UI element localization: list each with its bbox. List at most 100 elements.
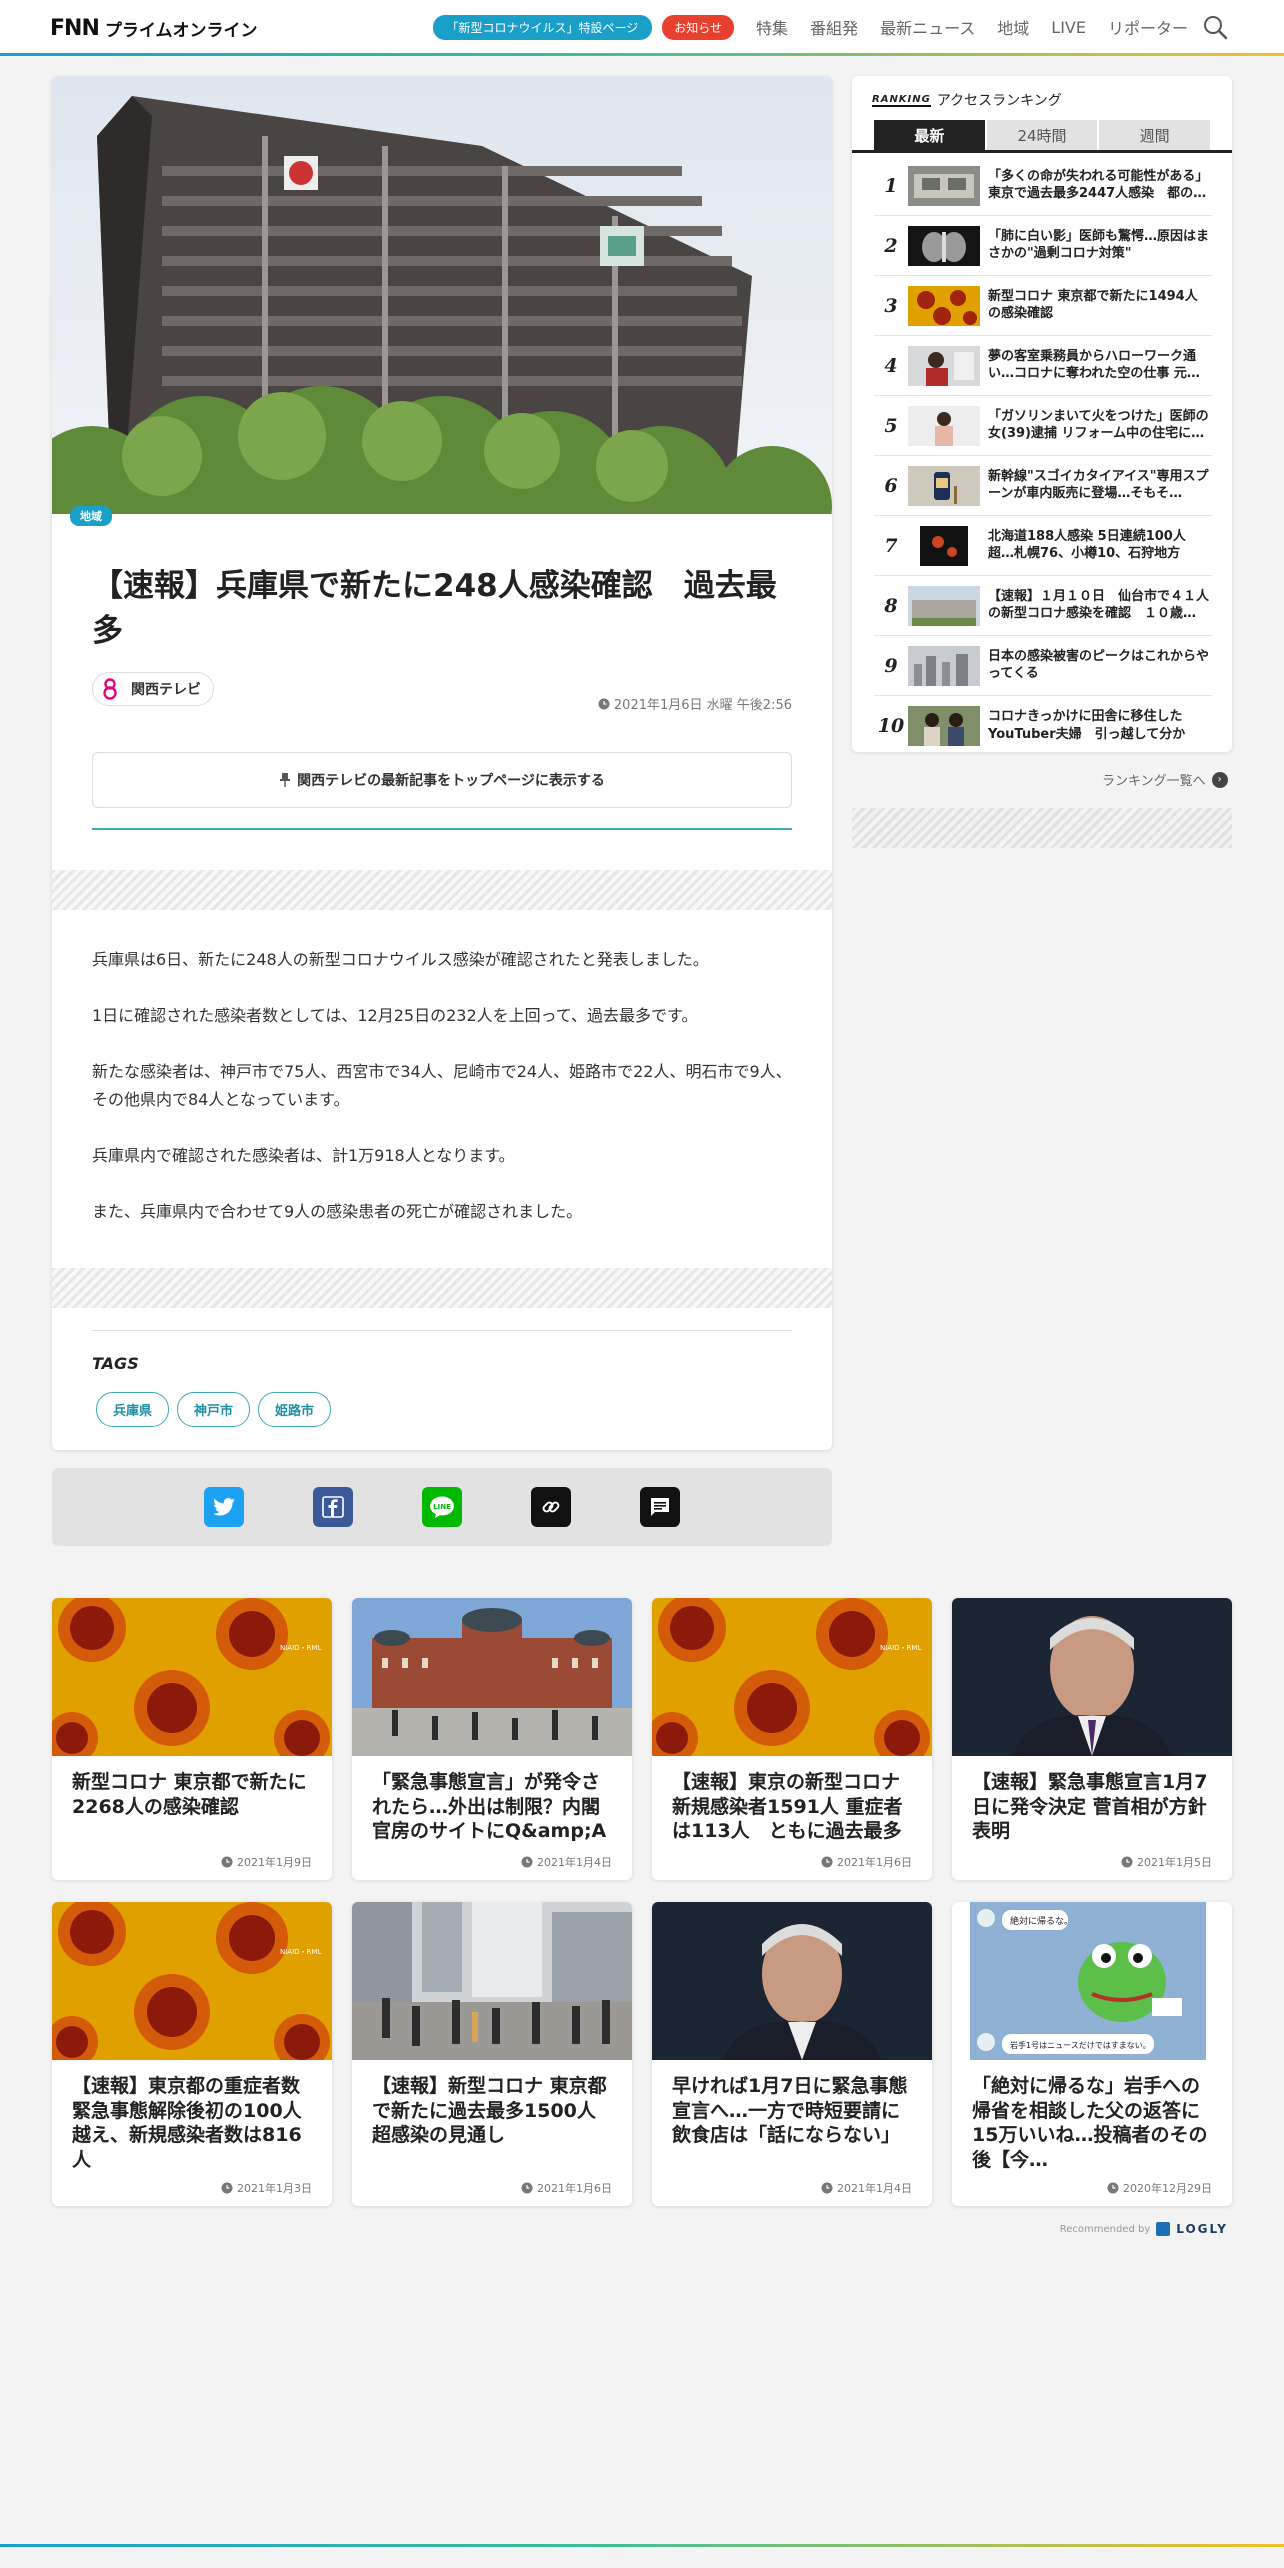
share-facebook-button[interactable] — [313, 1487, 353, 1527]
ranking-thumbnail — [908, 405, 980, 446]
ranking-title: アクセスランキング — [936, 93, 1062, 109]
tags-heading: TAGS — [92, 1354, 139, 1373]
tab-weekly[interactable]: 週間 — [1099, 120, 1211, 150]
source-chip[interactable]: 関西テレビ — [92, 672, 214, 706]
clock-icon — [221, 1856, 233, 1868]
card-title: 「緊急事態宣言」が発令されたら…外出は制限？内閣官房のサイトにQ&amp;A — [372, 1771, 607, 1843]
twitter-icon — [213, 1498, 235, 1516]
ranking-thumbnail — [908, 645, 980, 686]
global-nav: 「新型コロナウイルス」特設ページ お知らせ 特集 番組発 最新ニュース 地域 L… — [432, 0, 1188, 54]
ranking-label: RANKING — [872, 93, 931, 107]
clock-icon — [1121, 1856, 1133, 1868]
ad-placeholder-top — [52, 870, 832, 910]
ranking-item-title: 【速報】１月１０日 仙台市で４１人の新型コロナ感染を確認 １０歳… — [988, 588, 1210, 622]
card-title: 新型コロナ 東京都で新たに2268人の感染確認 — [72, 1771, 307, 1818]
nav-item-programs[interactable]: 番組発 — [810, 15, 858, 39]
tab-24h[interactable]: 24時間 — [986, 120, 1098, 150]
image-watermark: NIAID・RML — [280, 1644, 321, 1652]
clock-icon — [821, 1856, 833, 1868]
clock-icon — [521, 1856, 533, 1868]
card-title: 【速報】東京都の重症者数緊急事態解除後初の100人越え、新規感染者数は816人 — [72, 2075, 302, 2172]
ranking-item[interactable]: 10 コロナきっかけに田舎に移住したYouTuber夫婦 引っ越して分かっ… — [874, 696, 1212, 756]
notice-link[interactable]: お知らせ — [662, 14, 735, 40]
ranking-thumbnail — [908, 465, 980, 506]
covid-special-link[interactable]: 「新型コロナウイルス」特設ページ — [432, 14, 653, 40]
ranking-item[interactable]: 6 新幹線"スゴイカタイアイス"専用スプーンが車内販売に登場…そもそ… — [874, 456, 1212, 516]
chat-bubble-text: 絶対に帰るな。 — [1010, 1915, 1073, 1927]
recommend-card[interactable]: 絶対に帰るな。 岩手1号はニュースだけではすまない。 「絶対に帰るな」岩手への帰… — [952, 1902, 1232, 2206]
card-image-tokyo-station — [352, 1598, 632, 1756]
share-line-button[interactable]: LINE — [422, 1487, 462, 1527]
region-badge[interactable]: 地域 — [70, 506, 112, 526]
ktv-logo-icon — [103, 678, 117, 700]
search-icon[interactable] — [1202, 14, 1228, 40]
card-date-text: 2021年1月4日 — [537, 1856, 612, 1869]
ranking-more-link[interactable]: ランキング一覧へ › — [1102, 770, 1228, 789]
image-watermark: NIAID・RML — [880, 1644, 921, 1652]
footer-accent-line — [0, 2544, 1284, 2547]
article-paragraph: 兵庫県内で確認された感染者は、計1万918人となります。 — [92, 1146, 515, 1165]
site-logo[interactable]: FNN プライムオンライン — [50, 15, 258, 41]
rank-number: 3 — [884, 294, 898, 317]
site-header: FNN プライムオンライン 「新型コロナウイルス」特設ページ お知らせ 特集 番… — [0, 0, 1284, 54]
recommend-card[interactable]: 【速報】緊急事態宣言1月7日に発令決定 菅首相が方針表明 2021年1月5日 — [952, 1598, 1232, 1880]
ranking-item[interactable]: 8 【速報】１月１０日 仙台市で４１人の新型コロナ感染を確認 １０歳… — [874, 576, 1212, 636]
tag-himeji[interactable]: 姫路市 — [258, 1392, 332, 1427]
article-date-text: 2021年1月6日 水曜 午後2:56 — [613, 698, 792, 713]
tab-latest[interactable]: 最新 — [874, 120, 985, 150]
nav-item-region[interactable]: 地域 — [997, 15, 1029, 39]
card-title: 【速報】東京の新型コロナ新規感染者1591人 重症者は113人 ともに過去最多 — [672, 1771, 903, 1843]
rank-number: 4 — [884, 354, 898, 377]
ranking-item-title: 北海道188人感染 5日連続100人超…札幌76、小樽10、石狩地方22、胆… — [988, 528, 1186, 562]
tag-kobe[interactable]: 神戸市 — [177, 1392, 251, 1427]
chevron-right-icon: › — [1211, 771, 1228, 788]
tag-hyogo[interactable]: 兵庫県 — [96, 1392, 170, 1427]
chat-bubble-text: 岩手1号はニュースだけではすまない。 — [1010, 2040, 1151, 2050]
nav-item-latest[interactable]: 最新ニュース — [880, 15, 975, 39]
rank-number: 7 — [884, 534, 898, 557]
recommend-card[interactable]: 「緊急事態宣言」が発令されたら…外出は制限？内閣官房のサイトにQ&amp;A 2… — [352, 1598, 632, 1880]
recommend-card[interactable]: 【速報】新型コロナ 東京都で新たに過去最多1500人超感染の見通し 2021年1… — [352, 1902, 632, 2206]
ranking-thumbnail — [908, 345, 980, 386]
share-twitter-button[interactable] — [204, 1487, 244, 1527]
ranking-item-title: 夢の客室乗務員からハローワーク通い…コロナに奪われた空の仕事 元… — [988, 348, 1200, 382]
card-date-text: 2021年1月5日 — [1137, 1856, 1212, 1869]
card-title: 【速報】緊急事態宣言1月7日に発令決定 菅首相が方針表明 — [972, 1771, 1208, 1843]
comment-icon — [651, 1498, 669, 1516]
access-ranking-panel: RANKING アクセスランキング 最新 24時間 週間 1 「多くの命が失われ… — [852, 76, 1232, 752]
pin-source-button[interactable]: 関西テレビの最新記事をトップページに表示する — [92, 752, 792, 808]
card-date-text: 2021年1月6日 — [837, 1856, 912, 1869]
copy-link-button[interactable] — [531, 1487, 571, 1527]
recommend-card[interactable]: NIAID・RML 【速報】東京の新型コロナ新規感染者1591人 重症者は113… — [652, 1598, 932, 1880]
recommend-card[interactable]: NIAID・RML 新型コロナ 東京都で新たに2268人の感染確認 2021年1… — [52, 1598, 332, 1880]
recommend-card[interactable]: 早ければ1月7日に緊急事態宣言へ…一方で時短要請に飲食店は「話にならない」 20… — [652, 1902, 932, 2206]
pin-button-label: 関西テレビの最新記事をトップページに表示する — [297, 773, 605, 789]
card-title: 【速報】新型コロナ 東京都で新たに過去最多1500人超感染の見通し — [372, 2075, 607, 2147]
nav-item-live[interactable]: LIVE — [1051, 18, 1086, 37]
recommend-card[interactable]: NIAID・RML 【速報】東京都の重症者数緊急事態解除後初の100人越え、新規… — [52, 1902, 332, 2206]
comment-button[interactable] — [640, 1487, 680, 1527]
clock-icon — [221, 2182, 233, 2194]
ranking-item[interactable]: 9 日本の感染被害のピークはこれからやってくる — [874, 636, 1212, 696]
nav-item-reporters[interactable]: リポーター — [1108, 15, 1188, 39]
clock-icon — [598, 698, 610, 709]
ranking-item[interactable]: 3 新型コロナ 東京都で新たに1494人の感染確認 — [874, 276, 1212, 336]
card-date: 2021年1月4日 — [521, 1854, 612, 1870]
card-image-chat-frog: 絶対に帰るな。 岩手1号はニュースだけではすまない。 — [952, 1902, 1232, 2060]
ranking-item[interactable]: 1 「多くの命が失われる可能性がある」東京で過去最多2447人感染 都の… — [874, 156, 1212, 216]
recommended-by[interactable]: Recommended by LOGLY — [1060, 2222, 1228, 2236]
source-name: 関西テレビ — [131, 682, 201, 698]
card-date-text: 2021年1月4日 — [837, 2182, 912, 2195]
clock-icon — [521, 2182, 533, 2194]
ranking-item[interactable]: 5 「ガソリンまいて火をつけた」医師の女(39)逮捕 リフォーム中の住宅に… — [874, 396, 1212, 456]
card-image-prime-minister — [652, 1902, 932, 2060]
tag-list: 兵庫県 神戸市 姫路市 — [96, 1392, 332, 1427]
article-paragraph: 1日に確認された感染者数としては、12月25日の232人を上回って、過去最多です… — [92, 1006, 698, 1025]
ranking-item[interactable]: 2 「肺に白い影」医師も驚愕…原因はまさかの"過剰コロナ対策" — [874, 216, 1212, 276]
ranking-item[interactable]: 7 北海道188人感染 5日連続100人超…札幌76、小樽10、石狩地方22、胆… — [874, 516, 1212, 576]
card-image-prime-minister — [952, 1598, 1232, 1756]
ranking-item[interactable]: 4 夢の客室乗務員からハローワーク通い…コロナに奪われた空の仕事 元… — [874, 336, 1212, 396]
card-date-text: 2021年1月3日 — [237, 2182, 312, 2195]
ranking-item-title: 新幹線"スゴイカタイアイス"専用スプーンが車内販売に登場…そもそ… — [988, 468, 1209, 502]
nav-item-features[interactable]: 特集 — [756, 15, 788, 39]
